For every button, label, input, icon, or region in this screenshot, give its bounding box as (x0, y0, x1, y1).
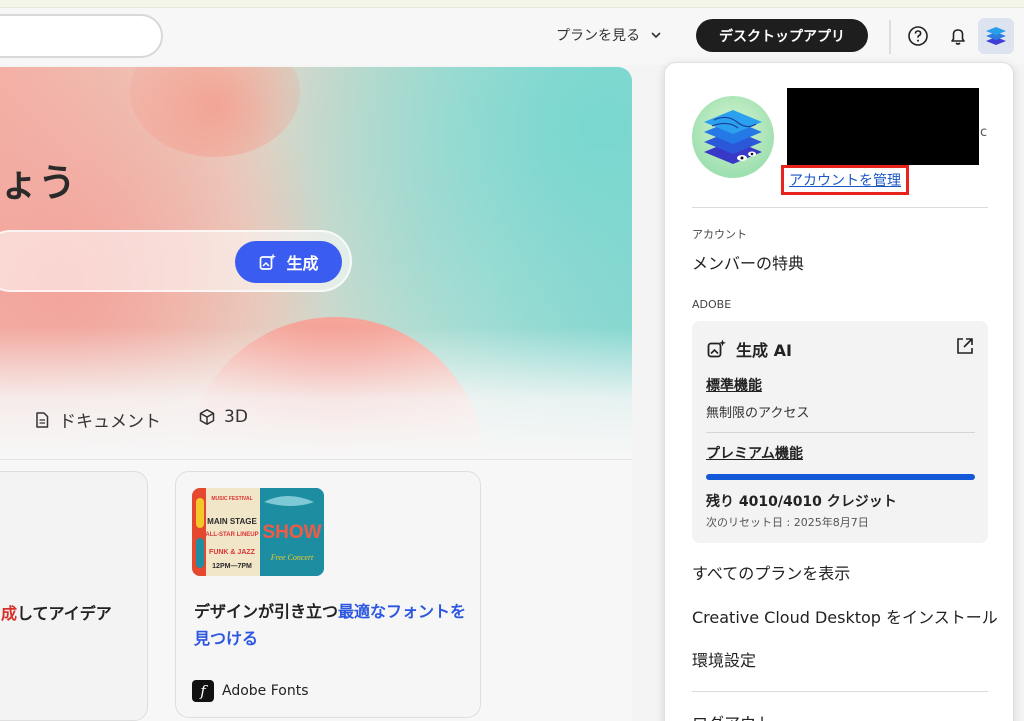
header-divider (889, 20, 891, 54)
card-brand: f Adobe Fonts (192, 680, 309, 702)
feature-cards-area: 成してアイデア MUSIC FESTIVAL MAIN STAGE ALL-ST… (0, 459, 632, 721)
sparkle-image-icon (260, 253, 277, 270)
bell-icon[interactable] (947, 25, 969, 47)
layers-avatar-icon (986, 27, 1006, 45)
generate-label: 生成 (286, 254, 319, 273)
premium-features-link[interactable]: プレミアム機能 (706, 443, 803, 463)
card-title: デザインが引き立つ最適なフォントを見つける (194, 598, 474, 652)
card-title-highlight: 成 (1, 604, 18, 623)
poster-concert: Free Concert (270, 553, 314, 562)
hero-fade (0, 327, 632, 459)
divider (692, 207, 988, 208)
feature-card-adobe-fonts[interactable]: MUSIC FESTIVAL MAIN STAGE ALL-STAR LINEU… (175, 471, 481, 718)
genai-title: 生成 AI (706, 337, 792, 361)
poster-line2: MAIN STAGE (207, 517, 257, 526)
card-title: 成してアイデア (1, 600, 112, 624)
redacted-tail: c (980, 125, 988, 140)
festival-poster-thumbnail: MUSIC FESTIVAL MAIN STAGE ALL-STAR LINEU… (192, 488, 324, 576)
top-bar: プランを見る デスクトップアプリ (0, 8, 1024, 65)
member-benefits-link[interactable]: メンバーの特典 (692, 250, 804, 274)
credits-remaining: 残り 4010/4010 クレジット (706, 494, 897, 510)
standard-features-link[interactable]: 標準機能 (706, 375, 762, 395)
feature-card-generate-ideas[interactable]: 成してアイデア (0, 471, 148, 721)
poster-line5: 12PM—7PM (212, 563, 252, 570)
plans-menu-label: プランを見る (556, 28, 640, 44)
external-link-icon[interactable] (955, 336, 975, 356)
logout-link[interactable]: ログアウト (692, 710, 772, 721)
credits-progress-fill (706, 474, 975, 480)
category-3d[interactable]: 3D (198, 407, 248, 427)
account-section-label: アカウント (692, 228, 747, 241)
all-plans-link[interactable]: すべてのプランを表示 (692, 560, 850, 584)
sparkle-image-icon (707, 339, 726, 358)
adobe-fonts-icon: f (192, 680, 214, 702)
profile-avatar-large (692, 96, 774, 178)
install-ccd-link[interactable]: Creative Cloud Desktop をインストール (692, 604, 998, 628)
hero-title: ょう (0, 161, 77, 205)
generate-button[interactable]: 生成 (235, 241, 342, 283)
search-input[interactable] (0, 14, 163, 58)
account-dropdown-panel: c アカウントを管理 アカウント メンバーの特典 ADOBE 生成 AI 標準機… (664, 62, 1014, 721)
category-document[interactable]: ドキュメント (33, 407, 161, 432)
redacted-user-info (787, 88, 979, 165)
card-title-rest: してアイデア (17, 604, 112, 623)
poster-line3: ALL-STAR LINEUP (205, 532, 258, 538)
manage-account-link[interactable]: アカウントを管理 (781, 165, 909, 195)
adobe-section-label: ADOBE (692, 298, 732, 311)
card-title-normal: デザインが引き立つ (194, 602, 339, 621)
poster-line4: FUNK & JAZZ (209, 549, 256, 556)
cube-icon (199, 409, 215, 425)
plans-menu-button[interactable]: プランを見る (556, 25, 662, 45)
divider (692, 691, 988, 692)
standard-features-desc: 無制限のアクセス (706, 406, 810, 421)
hero-banner: ょう 生成 ドキュメント 3D (0, 67, 632, 459)
chevron-down-icon (651, 32, 661, 39)
document-icon (36, 411, 49, 428)
generative-ai-card: 生成 AI 標準機能 無制限のアクセス プレミアム機能 残り 4010/4010… (692, 321, 988, 543)
profile-avatar-button[interactable] (978, 18, 1014, 54)
category-label: 3D (224, 407, 248, 427)
poster-show: SHOW (262, 522, 321, 543)
divider (706, 432, 975, 433)
category-label: ドキュメント (59, 412, 161, 432)
genai-title-label: 生成 AI (736, 341, 792, 360)
help-icon[interactable] (907, 25, 929, 47)
credits-progress-bar (706, 474, 975, 480)
preferences-link[interactable]: 環境設定 (692, 647, 756, 671)
brand-label: Adobe Fonts (222, 683, 309, 699)
desktop-app-button[interactable]: デスクトップアプリ (696, 19, 868, 52)
poster-line1: MUSIC FESTIVAL (211, 496, 252, 502)
browser-top-strip (0, 0, 1024, 8)
credits-reset-date: 次のリセット日 : 2025年8月7日 (706, 516, 869, 529)
hero-bubble (130, 67, 300, 157)
